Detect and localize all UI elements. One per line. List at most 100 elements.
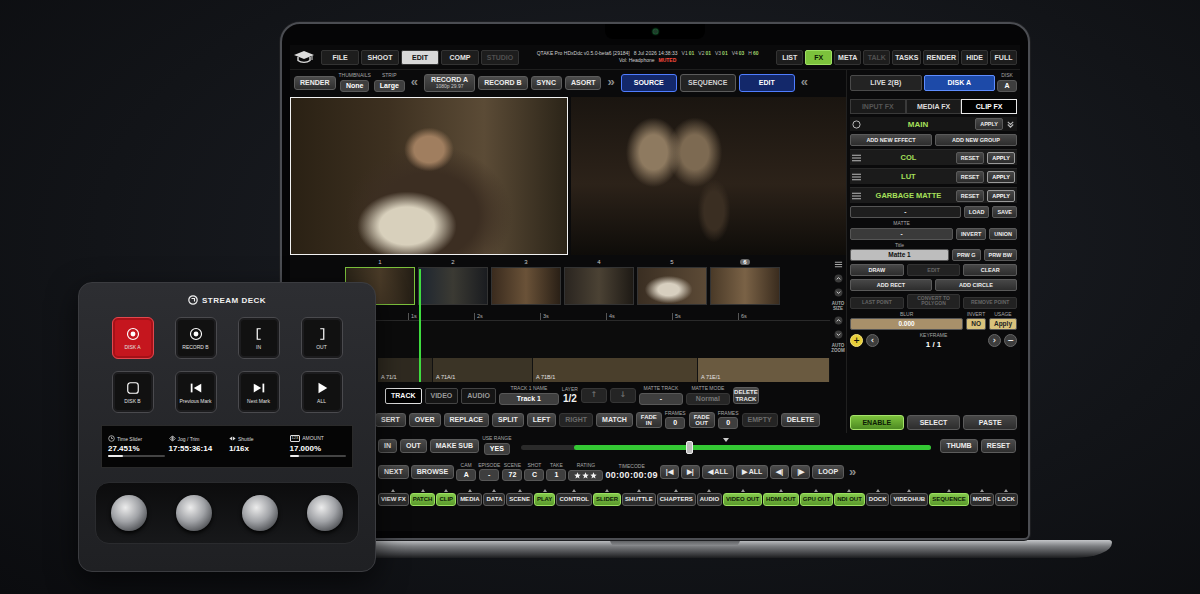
- next-keyframe-button[interactable]: ›: [988, 334, 1001, 347]
- mode-tab[interactable]: STUDIO: [481, 50, 519, 65]
- labeled-field[interactable]: FRAMES0: [718, 411, 739, 430]
- mode-tab[interactable]: FILE: [321, 50, 359, 65]
- panel-button[interactable]: PATCH: [410, 493, 436, 506]
- clip-thumbnail[interactable]: [418, 267, 488, 305]
- labeled-field[interactable]: MATTE TRACK-: [639, 386, 683, 405]
- fx-action-button[interactable]: SELECT: [907, 415, 961, 430]
- button-button[interactable]: NEXT: [378, 465, 409, 479]
- clip-thumbnail[interactable]: [637, 267, 707, 305]
- apply-button[interactable]: APPLY: [987, 171, 1015, 183]
- wrap-button[interactable]: FADE OUT: [689, 412, 715, 429]
- button-button[interactable]: OUT: [400, 439, 427, 453]
- deck-key[interactable]: DISK B: [112, 371, 154, 413]
- button-button[interactable]: RESET: [981, 439, 1016, 453]
- sequence-viewer[interactable]: [571, 97, 847, 255]
- labeled-field[interactable]: TAKE1: [546, 463, 566, 482]
- button-button[interactable]: EMPTY: [742, 413, 778, 427]
- labeled-field[interactable]: CAMA: [456, 463, 476, 482]
- point-button[interactable]: REMOVE POINT: [963, 297, 1017, 309]
- deck-key[interactable]: IN: [238, 317, 280, 359]
- nav-button[interactable]: »: [604, 75, 617, 89]
- fx-tab[interactable]: CLIP FX: [961, 99, 1017, 114]
- field-value[interactable]: Large: [374, 80, 405, 92]
- source-tab[interactable]: DISK A: [924, 75, 996, 91]
- view-tab[interactable]: META: [834, 50, 861, 65]
- field-value[interactable]: 0: [718, 417, 738, 429]
- button-button[interactable]: THUMB: [940, 439, 977, 453]
- deck-key[interactable]: Next Mark: [238, 371, 280, 413]
- labeled-field[interactable]: DISKA: [997, 73, 1017, 92]
- button-button[interactable]: RECORD B: [478, 76, 527, 90]
- field-value[interactable]: A: [997, 80, 1017, 92]
- mode-button[interactable]: EDIT: [739, 74, 795, 92]
- labeled-field[interactable]: STRIPLarge: [374, 73, 405, 92]
- apply-button[interactable]: APPLY: [987, 190, 1015, 202]
- invert-value[interactable]: NO: [966, 318, 986, 330]
- button-button[interactable]: MATCH: [596, 413, 633, 427]
- tab-button[interactable]: AUDIO: [461, 388, 496, 404]
- clip-thumbnail[interactable]: [491, 267, 561, 305]
- view-tab[interactable]: FX: [805, 50, 832, 65]
- nav-button[interactable]: «: [408, 75, 421, 89]
- panel-button[interactable]: MORE: [970, 493, 994, 506]
- shape-button[interactable]: ADD CIRCLE: [935, 279, 1017, 291]
- record-button[interactable]: RECORD A1080p 29.97: [424, 74, 475, 92]
- mode-tab[interactable]: EDIT: [401, 50, 439, 65]
- add-button[interactable]: ADD NEW EFFECT: [850, 134, 932, 146]
- track-clip[interactable]: A 71B/1: [533, 358, 698, 382]
- menu-icon[interactable]: [834, 260, 843, 269]
- labeled-field[interactable]: SCENE72: [502, 463, 522, 482]
- button-button[interactable]: OVER: [409, 413, 441, 427]
- labeled-field[interactable]: EPISODE-: [478, 463, 500, 482]
- field-value[interactable]: C: [524, 469, 544, 481]
- scroll-up-icon[interactable]: [834, 274, 843, 283]
- tab-button[interactable]: VIDEO: [425, 388, 459, 404]
- panel-button[interactable]: SEQUENCE: [929, 493, 969, 506]
- deck-key[interactable]: RECORD B: [175, 317, 217, 359]
- blur-value[interactable]: 0.000: [850, 318, 963, 330]
- track-clip[interactable]: A 71A/1: [433, 358, 533, 382]
- button-button[interactable]: RENDER: [294, 76, 336, 90]
- wrap-button[interactable]: DELETE TRACK: [733, 387, 759, 404]
- labeled-field[interactable]: FRAMES0: [665, 411, 686, 430]
- scroll-down-icon[interactable]: [834, 288, 843, 297]
- labeled-field[interactable]: THUMBNAILSNone: [339, 73, 371, 92]
- dial-knob[interactable]: [111, 495, 147, 531]
- view-tab[interactable]: FULL: [990, 50, 1017, 65]
- zoom-out-icon[interactable]: [834, 330, 843, 339]
- mode-button[interactable]: SOURCE: [621, 74, 677, 92]
- circle-icon[interactable]: [852, 120, 861, 129]
- draw-button[interactable]: CLEAR: [963, 264, 1017, 276]
- view-tab[interactable]: HIDE: [961, 50, 988, 65]
- button-button[interactable]: IN: [378, 439, 397, 453]
- touch-strip[interactable]: Time Slider27.451%Jog / Trim17:55:36:14S…: [101, 425, 353, 468]
- button-button[interactable]: BROWSE: [411, 465, 455, 479]
- shape-button[interactable]: ADD RECT: [850, 279, 932, 291]
- dial-knob[interactable]: [242, 495, 278, 531]
- button-button[interactable]: LEFT: [527, 413, 557, 427]
- collapse-icon[interactable]: [1006, 120, 1015, 129]
- fx-tab[interactable]: INPUT FX: [850, 99, 906, 114]
- panel-button[interactable]: MEDIA: [457, 493, 482, 506]
- panel-button[interactable]: VIDEO OUT: [723, 493, 762, 506]
- panel-button[interactable]: NDI OUT: [834, 493, 865, 506]
- apply-button[interactable]: APPLY: [987, 152, 1015, 164]
- labeled-field[interactable]: TRACK 1 NAMETrack 1: [499, 386, 559, 405]
- panel-button[interactable]: SCENE: [506, 493, 533, 506]
- panel-button[interactable]: CHAPTERS: [657, 493, 696, 506]
- track-clip[interactable]: A 71E/1: [698, 358, 830, 382]
- labeled-field[interactable]: SHOTC: [524, 463, 544, 482]
- clip-thumbnail[interactable]: [564, 267, 634, 305]
- clip-thumbnail[interactable]: [710, 267, 780, 305]
- draw-button[interactable]: DRAW: [850, 264, 904, 276]
- reset-button[interactable]: RESET: [956, 190, 984, 202]
- title-value[interactable]: Matte 1: [850, 249, 949, 261]
- panel-button[interactable]: DATA: [483, 493, 505, 506]
- button-button[interactable]: ◀|: [770, 465, 789, 479]
- deck-key[interactable]: DISK A: [112, 317, 154, 359]
- fx-action-button[interactable]: ENABLE: [850, 415, 904, 430]
- previous-keyframe-button[interactable]: ‹: [866, 334, 879, 347]
- button-button[interactable]: ◀ ALL: [702, 465, 734, 479]
- view-tab[interactable]: LIST: [776, 50, 803, 65]
- dial-readout[interactable]: Time Slider27.451%: [108, 435, 165, 457]
